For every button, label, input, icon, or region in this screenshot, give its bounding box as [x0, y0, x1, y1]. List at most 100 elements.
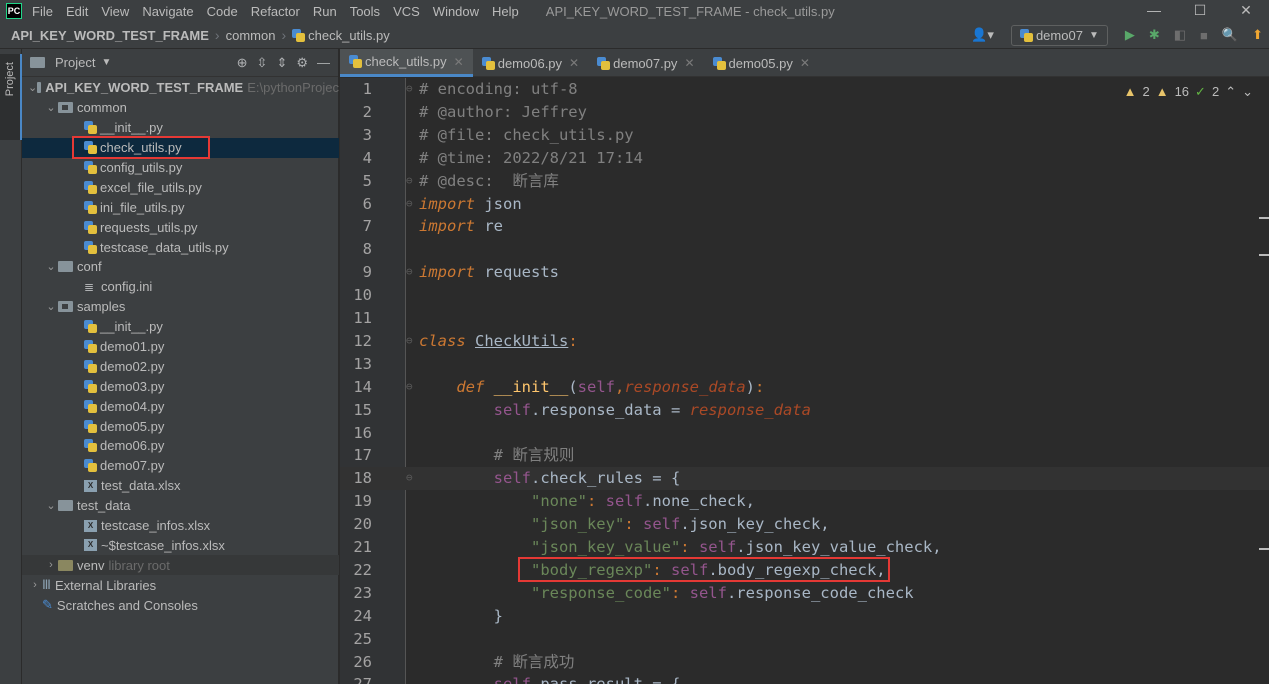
tree-file[interactable]: Xtestcase_infos.xlsx: [22, 516, 339, 536]
menu-vcs[interactable]: VCS: [393, 4, 420, 19]
tree-file[interactable]: demo05.py: [22, 416, 339, 436]
collapse-all-icon[interactable]: ⇕: [276, 55, 287, 71]
tree-row-external-libraries[interactable]: › Ⅲ External Libraries: [22, 575, 339, 595]
menu-tools[interactable]: Tools: [350, 4, 380, 19]
locate-icon[interactable]: ⊕: [237, 55, 248, 71]
tree-file[interactable]: ini_file_utils.py: [22, 197, 339, 217]
tree-file[interactable]: Xtest_data.xlsx: [22, 476, 339, 496]
tree-file[interactable]: demo04.py: [22, 396, 339, 416]
fold-icon[interactable]: ⊖: [406, 261, 413, 284]
breadcrumb-file[interactable]: check_utils.py: [292, 28, 390, 43]
fold-icon[interactable]: ⊖: [406, 193, 413, 216]
gear-icon[interactable]: ⚙: [296, 55, 308, 71]
fold-icon[interactable]: ⊖: [406, 78, 413, 101]
chevron-down-icon[interactable]: ⌄: [44, 300, 58, 313]
code-line[interactable]: 4 # @time: 2022/8/21 17:14: [340, 147, 1269, 170]
tree-file[interactable]: __init__.py: [22, 317, 339, 337]
chevron-down-icon[interactable]: ⌄: [44, 101, 58, 114]
debug-icon[interactable]: ✱: [1149, 27, 1160, 43]
run-icon[interactable]: ▶: [1125, 27, 1135, 43]
inspection-widget[interactable]: ▲ 2 ▲ 16 ✓ 2 ⌃ ⌄: [1124, 84, 1253, 100]
tree-file[interactable]: demo07.py: [22, 456, 339, 476]
tab-demo06[interactable]: demo06.py ✕: [473, 49, 588, 77]
code-line[interactable]: 21 "json_key_value": self.json_key_value…: [340, 536, 1269, 559]
tab-demo07[interactable]: demo07.py ✕: [588, 49, 703, 77]
menu-edit[interactable]: Edit: [66, 4, 88, 19]
tab-check-utils[interactable]: check_utils.py ✕: [340, 49, 473, 77]
expand-all-icon[interactable]: ⇳: [257, 55, 268, 71]
menu-view[interactable]: View: [101, 4, 129, 19]
tree-row-venv[interactable]: › venv library root: [22, 555, 339, 576]
code-line[interactable]: 23 "response_code": self.response_code_c…: [340, 582, 1269, 605]
code-line[interactable]: 2 # @author: Jeffrey: [340, 101, 1269, 124]
tree-row-common[interactable]: ⌄ common: [22, 98, 339, 118]
code-line[interactable]: 5 ⊖ # @desc: 断言库: [340, 170, 1269, 193]
tree-file[interactable]: demo03.py: [22, 376, 339, 396]
code-line[interactable]: 10: [340, 284, 1269, 307]
close-icon[interactable]: ✕: [569, 56, 579, 70]
tree-row-scratches[interactable]: ✎ Scratches and Consoles: [22, 595, 339, 615]
fold-icon[interactable]: ⊖: [406, 330, 413, 353]
code-line[interactable]: 25: [340, 628, 1269, 651]
menu-help[interactable]: Help: [492, 4, 519, 19]
tree-row-samples[interactable]: ⌄ samples: [22, 297, 339, 317]
code-line[interactable]: 8: [340, 238, 1269, 261]
breadcrumb-project[interactable]: API_KEY_WORD_TEST_FRAME: [11, 28, 209, 43]
code-line[interactable]: 19 "none": self.none_check,: [340, 490, 1269, 513]
tree-row-root[interactable]: ⌄ API_KEY_WORD_TEST_FRAME E:\pythonProjec: [22, 78, 339, 98]
menu-navigate[interactable]: Navigate: [142, 4, 193, 19]
update-icon[interactable]: ⬆: [1252, 27, 1263, 43]
chevron-down-icon[interactable]: ⌄: [1242, 84, 1253, 100]
tree-file[interactable]: demo02.py: [22, 356, 339, 376]
tree-file[interactable]: __init__.py: [22, 118, 339, 138]
coverage-icon[interactable]: ◧: [1174, 27, 1186, 43]
project-tool-tab[interactable]: Project: [0, 54, 22, 140]
stop-icon[interactable]: ■: [1200, 28, 1208, 43]
chevron-up-icon[interactable]: ⌃: [1225, 84, 1236, 100]
menu-window[interactable]: Window: [433, 4, 479, 19]
chevron-down-icon[interactable]: ▼: [101, 57, 111, 68]
tree-row-conf[interactable]: ⌄ conf: [22, 257, 339, 277]
code-line[interactable]: 24 }: [340, 605, 1269, 628]
chevron-down-icon[interactable]: ⌄: [44, 260, 58, 273]
tree-file[interactable]: testcase_data_utils.py: [22, 237, 339, 257]
chevron-down-icon[interactable]: ⌄: [44, 499, 58, 512]
tree-file[interactable]: ≣ config.ini: [22, 277, 339, 297]
code-line[interactable]: 20 "json_key": self.json_key_check,: [340, 513, 1269, 536]
code-line-current[interactable]: 18 ⊖ self.check_rules = {: [340, 467, 1269, 491]
close-icon[interactable]: ✕: [454, 55, 464, 69]
code-line[interactable]: 13: [340, 353, 1269, 376]
code-line[interactable]: 11: [340, 307, 1269, 330]
menu-file[interactable]: File: [32, 4, 53, 19]
code-line[interactable]: 27 self.pass_result = {: [340, 673, 1269, 684]
maximize-icon[interactable]: ☐: [1177, 0, 1223, 22]
code-line[interactable]: 14 ⊖ def __init__(self,response_data):: [340, 376, 1269, 399]
chevron-right-icon[interactable]: ›: [28, 579, 42, 591]
menu-run[interactable]: Run: [313, 4, 337, 19]
fold-icon[interactable]: ⊖: [406, 170, 413, 193]
project-view-select[interactable]: Project: [55, 55, 95, 70]
menu-code[interactable]: Code: [207, 4, 238, 19]
close-icon[interactable]: ✕: [1223, 0, 1269, 22]
hide-icon[interactable]: —: [317, 55, 330, 71]
code-line[interactable]: 15 self.response_data = response_data: [340, 399, 1269, 422]
fold-icon[interactable]: ⊖: [406, 376, 413, 399]
code-line[interactable]: 12 ⊖ class CheckUtils:: [340, 330, 1269, 353]
search-icon[interactable]: 🔍: [1222, 27, 1238, 43]
close-icon[interactable]: ✕: [684, 56, 694, 70]
tree-file[interactable]: config_utils.py: [22, 158, 339, 178]
tree-file[interactable]: X ~$testcase_infos.xlsx: [22, 535, 339, 555]
code-line[interactable]: 6 ⊖ import json: [340, 193, 1269, 216]
close-icon[interactable]: ✕: [800, 56, 810, 70]
breadcrumb-folder[interactable]: common: [226, 28, 276, 43]
fold-icon[interactable]: ⊖: [406, 467, 413, 490]
code-line[interactable]: 7 import re: [340, 215, 1269, 238]
code-line[interactable]: 9 ⊖ import requests: [340, 261, 1269, 284]
code-line[interactable]: 17 # 断言规则: [340, 444, 1269, 467]
tree-row-test-data[interactable]: ⌄ test_data: [22, 496, 339, 516]
user-icon[interactable]: 👤▾: [971, 27, 994, 43]
menu-refactor[interactable]: Refactor: [251, 4, 300, 19]
chevron-down-icon[interactable]: ⌄: [28, 81, 37, 94]
tree-file[interactable]: demo06.py: [22, 436, 339, 456]
code-editor[interactable]: 1 ⊖ # encoding: utf-8 2 # @author: Jeffrey …: [340, 78, 1269, 684]
